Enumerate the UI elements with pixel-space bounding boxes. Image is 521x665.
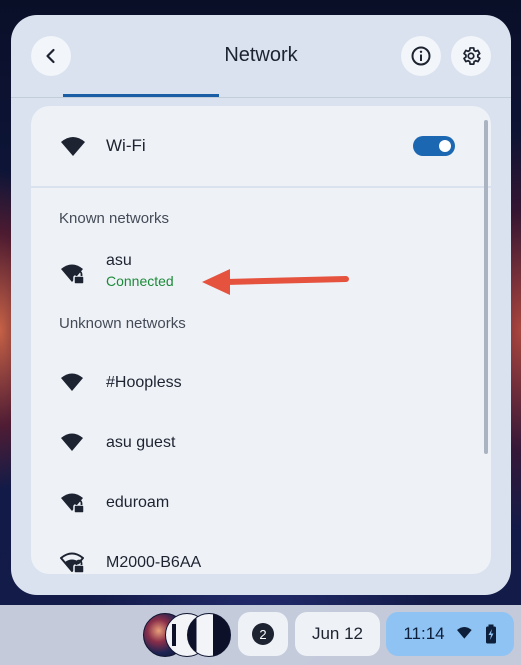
network-row-m2000[interactable]: M2000-B6AA: [31, 535, 491, 574]
unknown-networks-header: Unknown networks: [59, 315, 186, 332]
status-tray[interactable]: 11:14: [386, 612, 514, 656]
info-icon: [411, 46, 431, 66]
scrollbar[interactable]: [484, 120, 488, 454]
notification-count-badge: 2: [252, 623, 274, 645]
holding-space-tray[interactable]: [143, 613, 231, 657]
network-panel: Network Wi-Fi Known networks asu Connect…: [11, 15, 511, 595]
date-tray[interactable]: Jun 12: [295, 612, 380, 656]
wifi-label: Wi-Fi: [106, 136, 146, 155]
network-row-eduroam[interactable]: eduroam: [31, 475, 491, 533]
wifi-locked-icon: [60, 552, 85, 574]
network-name: M2000-B6AA: [106, 554, 202, 571]
known-networks-header: Known networks: [59, 210, 170, 227]
network-row-asu-guest[interactable]: asu guest: [31, 415, 491, 473]
wifi-toggle-row[interactable]: Wi-Fi: [31, 106, 491, 186]
network-list-container: Wi-Fi Known networks asu Connected Unkno…: [31, 106, 491, 574]
network-name: asu guest: [106, 434, 176, 451]
network-name: asu: [106, 252, 132, 269]
connection-status: Connected: [106, 273, 174, 289]
wifi-icon: [456, 627, 472, 639]
annotation-arrow: [202, 269, 349, 295]
settings-button[interactable]: [451, 36, 491, 76]
network-name: #Hoopless: [106, 374, 182, 391]
wifi-locked-icon: [61, 264, 85, 285]
header-divider: [11, 97, 511, 98]
network-name: eduroam: [106, 494, 170, 511]
date-label: Jun 12: [311, 624, 364, 643]
network-row-hoopless[interactable]: #Hoopless: [31, 355, 491, 413]
wifi-icon: [61, 373, 83, 391]
wifi-toggle[interactable]: [413, 136, 455, 156]
toggle-knob: [439, 140, 451, 152]
battery-charging-icon: [485, 624, 496, 644]
panel-header: Network: [11, 15, 511, 97]
wifi-icon: [61, 137, 85, 156]
networks-list: Known networks asu Connected Unknown net…: [31, 188, 491, 574]
wifi-locked-icon: [61, 493, 85, 514]
gear-icon: [463, 47, 481, 65]
holding-thumbnail: [187, 613, 231, 657]
notification-pod[interactable]: 2: [238, 612, 288, 656]
clock-label: 11:14: [403, 624, 445, 643]
info-button[interactable]: [401, 36, 441, 76]
wifi-icon: [61, 433, 83, 451]
